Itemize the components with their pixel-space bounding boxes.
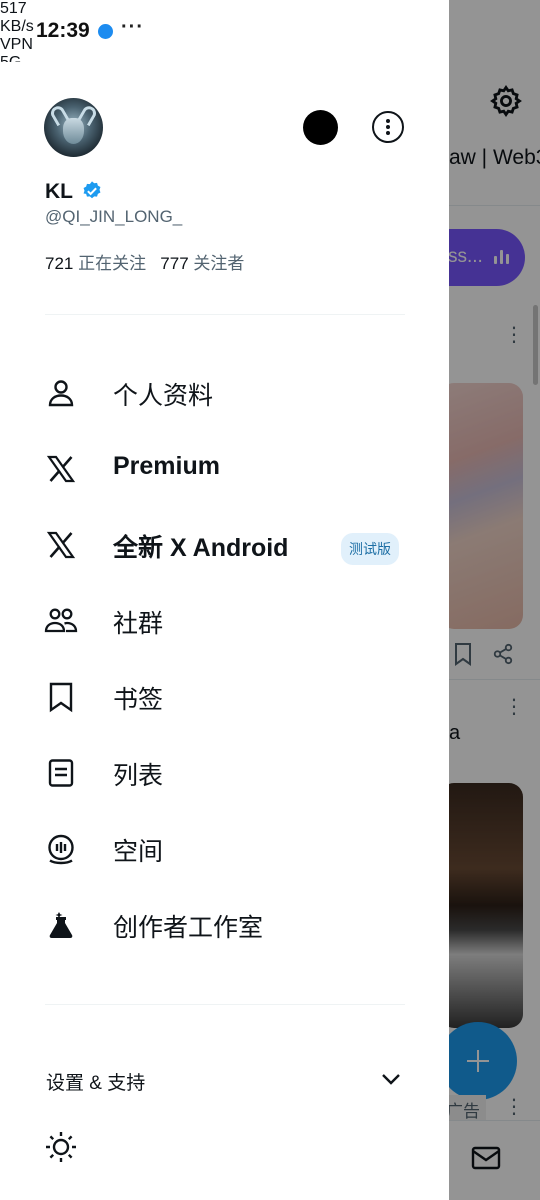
- follow-stats: 721 正在关注 777 关注者: [45, 249, 244, 274]
- nav-item-label: 书签: [113, 686, 164, 714]
- settings-support-toggle[interactable]: 设置 & 支持: [0, 1052, 449, 1112]
- nav-item-creator-studio[interactable]: 创作者工作室: [0, 886, 449, 962]
- x-logo-icon: [46, 455, 76, 483]
- following-link[interactable]: 721 正在关注: [45, 254, 151, 273]
- nav-item-label: 创作者工作室: [113, 914, 264, 942]
- nav-item-label: 全新 X Android: [113, 534, 289, 562]
- avatar[interactable]: [44, 98, 103, 157]
- following-label: 正在关注: [78, 254, 147, 273]
- display-theme-icon[interactable]: [44, 1130, 78, 1164]
- avatar-face: [63, 118, 84, 144]
- beta-badge: 测试版: [341, 533, 399, 565]
- verified-badge-icon: [83, 181, 101, 199]
- nav-item-new-x-android[interactable]: 全新 X Android 测试版: [0, 506, 449, 582]
- nav-item-lists[interactable]: 列表: [0, 734, 449, 810]
- settings-support-label: 设置 & 支持: [46, 1073, 146, 1094]
- user-handle: @QI_JIN_LONG_: [45, 207, 183, 226]
- creator-studio-icon: [49, 912, 73, 938]
- nav-item-label: Premium: [113, 452, 220, 480]
- more-notifications-icon: ···: [121, 16, 144, 38]
- nav-item-label: 社群: [113, 610, 164, 638]
- status-bar: 12:39 ···: [0, 0, 449, 62]
- following-count: 721: [45, 254, 74, 273]
- nav-item-communities[interactable]: 社群: [0, 582, 449, 658]
- nav-item-label: 个人资料: [113, 382, 214, 410]
- scrollbar-thumb[interactable]: [533, 305, 538, 385]
- more-options-icon[interactable]: [372, 111, 404, 143]
- nav-item-label: 空间: [113, 838, 164, 866]
- followers-count: 777: [160, 254, 189, 273]
- spaces-icon: [48, 834, 74, 865]
- chevron-down-icon: [382, 1074, 400, 1085]
- drawer-scrim[interactable]: [449, 0, 540, 1200]
- display-name[interactable]: KL: [45, 180, 73, 204]
- navigation-drawer: KL @QI_JIN_LONG_ 721 正在关注 777 关注者 个人资料 P…: [0, 62, 449, 1200]
- nav-item-spaces[interactable]: 空间: [0, 810, 449, 886]
- status-time: 12:39: [36, 19, 90, 42]
- followers-label: 关注者: [193, 254, 245, 273]
- app-notification-icon: [98, 24, 113, 39]
- nav-item-profile[interactable]: 个人资料: [0, 354, 449, 430]
- person-icon: [48, 380, 74, 407]
- communities-icon: [44, 608, 78, 633]
- divider: [45, 314, 405, 315]
- x-logo-icon: [46, 531, 76, 559]
- bookmark-icon: [49, 682, 73, 713]
- nav-item-label: 列表: [113, 762, 164, 790]
- divider: [45, 1004, 405, 1005]
- switch-account-avatar[interactable]: [303, 110, 338, 145]
- lists-icon: [48, 759, 74, 787]
- nav-item-premium[interactable]: Premium: [0, 430, 449, 506]
- nav-item-bookmarks[interactable]: 书签: [0, 658, 449, 734]
- followers-link[interactable]: 777 关注者: [160, 254, 244, 273]
